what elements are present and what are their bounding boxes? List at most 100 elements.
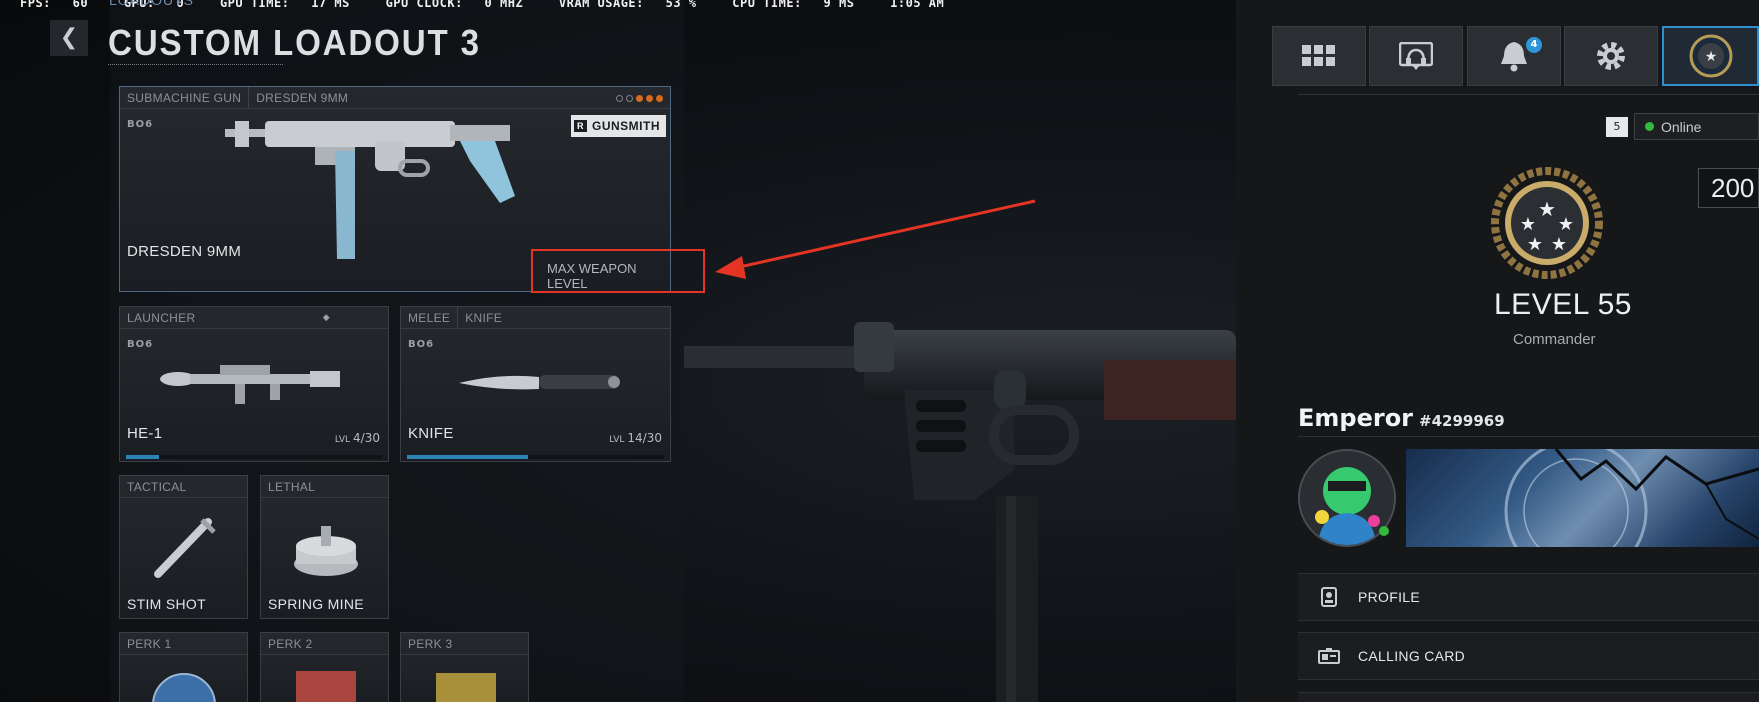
clock-value: 1:05 AM bbox=[890, 0, 945, 10]
menu-row-partial bbox=[1298, 692, 1759, 702]
melee-header: MELEE KNIFE bbox=[401, 307, 670, 329]
spring-mine-icon bbox=[294, 526, 358, 576]
tactical-name: STIM SHOT bbox=[127, 596, 206, 612]
launcher-category: LAUNCHER bbox=[127, 310, 196, 325]
melee-name: KNIFE bbox=[408, 425, 454, 442]
lethal-name: SPRING MINE bbox=[268, 596, 364, 612]
prestige-dots bbox=[616, 95, 663, 102]
gunsmith-label: GUNSMITH bbox=[592, 119, 660, 133]
stim-shot-icon bbox=[154, 518, 216, 578]
calling-card-menu-item[interactable]: CALLING CARD bbox=[1298, 632, 1759, 680]
smg-image bbox=[225, 121, 515, 259]
level-prefix: LVL bbox=[334, 435, 351, 445]
seal-emblem-icon bbox=[1504, 449, 1759, 547]
launcher-header: LAUNCHER ◆ bbox=[120, 307, 388, 329]
avatar-online-dot bbox=[1379, 526, 1389, 536]
player-name[interactable]: Emperor #4299969 bbox=[1298, 404, 1505, 432]
svg-text:★: ★ bbox=[1704, 49, 1717, 65]
grid-icon bbox=[1302, 45, 1335, 66]
gear-icon bbox=[1597, 42, 1625, 70]
perk-2-card[interactable]: PERK 2 bbox=[260, 632, 389, 702]
points-display: 200 bbox=[1698, 168, 1759, 208]
perk-header: PERK 1 bbox=[120, 633, 247, 655]
tactical-card[interactable]: TACTICAL STIM SHOT bbox=[119, 475, 248, 619]
back-button[interactable]: ❮ bbox=[50, 20, 88, 56]
profile-menu-item[interactable]: PROFILE bbox=[1298, 573, 1759, 621]
prestige-dot bbox=[656, 95, 663, 102]
launcher-name: HE-1 bbox=[127, 425, 163, 442]
player-tag: #4299969 bbox=[1419, 412, 1505, 430]
lethal-header: LETHAL bbox=[261, 476, 388, 498]
party-button[interactable] bbox=[1369, 26, 1463, 86]
perk-label: PERK 1 bbox=[127, 636, 172, 651]
perk-3-icon bbox=[436, 673, 496, 702]
perk-1-card[interactable]: PERK 1 bbox=[119, 632, 248, 702]
melee-level: LVL 14/30 bbox=[609, 431, 662, 445]
grid-menu-button[interactable] bbox=[1272, 26, 1366, 86]
commander-rank-icon: ★ ★ ★ ★ ★ bbox=[1491, 167, 1603, 279]
player-level: LEVEL 55 bbox=[1494, 288, 1632, 321]
perk-2-icon bbox=[296, 671, 356, 702]
perk-label: PERK 3 bbox=[408, 636, 453, 651]
progress-fill bbox=[407, 455, 528, 459]
perk-header: PERK 3 bbox=[401, 633, 528, 655]
progress-fill bbox=[126, 455, 160, 459]
title-underline bbox=[108, 64, 283, 65]
launcher-card[interactable]: LAUNCHER ◆ BO6 HE-1 LVL 4/30 bbox=[119, 306, 389, 462]
lethal-category: LETHAL bbox=[268, 479, 316, 494]
weapon-preview-image bbox=[684, 322, 1236, 702]
vram-value: 53 % bbox=[665, 0, 697, 10]
chevron-left-icon: ❮ bbox=[59, 25, 79, 50]
vram-label: VRAM USAGE: bbox=[558, 0, 644, 10]
player-divider bbox=[1298, 436, 1759, 437]
game-tag: BO6 bbox=[127, 119, 154, 130]
online-status-dropdown[interactable]: Online bbox=[1634, 113, 1759, 140]
perk-label: PERK 2 bbox=[268, 636, 313, 651]
perk-header: PERK 2 bbox=[261, 633, 388, 655]
weapon-category: SUBMACHINE GUN bbox=[127, 90, 242, 105]
calling-card-image[interactable] bbox=[1406, 449, 1759, 547]
lethal-card[interactable]: LETHAL SPRING MINE bbox=[260, 475, 389, 619]
weapon-name: DRESDEN 9MM bbox=[127, 243, 242, 260]
player-rank: Commander bbox=[1513, 331, 1596, 348]
weapon-type: DRESDEN 9MM bbox=[256, 90, 349, 105]
notifications-button[interactable]: 4 bbox=[1467, 26, 1561, 86]
settings-button[interactable] bbox=[1564, 26, 1658, 86]
launcher-progress-bar bbox=[126, 455, 382, 459]
primary-weapon-header: SUBMACHINE GUN DRESDEN 9MM bbox=[120, 87, 670, 109]
svg-text:★: ★ bbox=[1551, 234, 1567, 255]
level-prefix: LVL bbox=[609, 435, 625, 445]
party-count-badge: 5 bbox=[1606, 117, 1628, 137]
cpu-time-value: 9 MS bbox=[823, 0, 855, 10]
svg-text:★: ★ bbox=[1558, 214, 1574, 235]
id-badge-icon bbox=[1318, 586, 1340, 608]
gunsmith-button[interactable]: R GUNSMITH bbox=[571, 115, 666, 137]
gunsmith-key: R bbox=[574, 120, 587, 132]
svg-text:★: ★ bbox=[1527, 234, 1543, 255]
profile-button[interactable]: ★ bbox=[1662, 26, 1759, 86]
breadcrumb[interactable]: LOADOUTS bbox=[109, 0, 194, 10]
game-tag: BO6 bbox=[408, 339, 435, 350]
level-value: 14/30 bbox=[627, 431, 662, 445]
perk-1-icon bbox=[152, 673, 216, 702]
online-status-label: Online bbox=[1661, 118, 1702, 135]
profile-menu-label: PROFILE bbox=[1358, 589, 1421, 605]
annotation-highlight-box bbox=[531, 249, 705, 293]
card-icon bbox=[1318, 645, 1340, 667]
melee-type: KNIFE bbox=[465, 310, 503, 325]
gpu-time-value: 17 MS bbox=[311, 0, 350, 10]
diamond-icon: ◆ bbox=[322, 312, 330, 322]
svg-text:★: ★ bbox=[1520, 214, 1536, 235]
level-value: 4/30 bbox=[353, 431, 380, 445]
fps-label: FPS: bbox=[20, 0, 51, 10]
notification-badge: 4 bbox=[1526, 37, 1542, 53]
cpu-time-label: CPU TIME: bbox=[732, 0, 802, 10]
prestige-dot bbox=[626, 95, 633, 102]
melee-category: MELEE bbox=[408, 310, 451, 325]
tactical-header: TACTICAL bbox=[120, 476, 247, 498]
prestige-dot bbox=[636, 95, 643, 102]
melee-card[interactable]: MELEE KNIFE BO6 KNIFE LVL 14/30 bbox=[400, 306, 671, 462]
online-status-icon bbox=[1645, 122, 1654, 131]
fps-value: 60 bbox=[72, 0, 89, 10]
perk-3-card[interactable]: PERK 3 bbox=[400, 632, 529, 702]
